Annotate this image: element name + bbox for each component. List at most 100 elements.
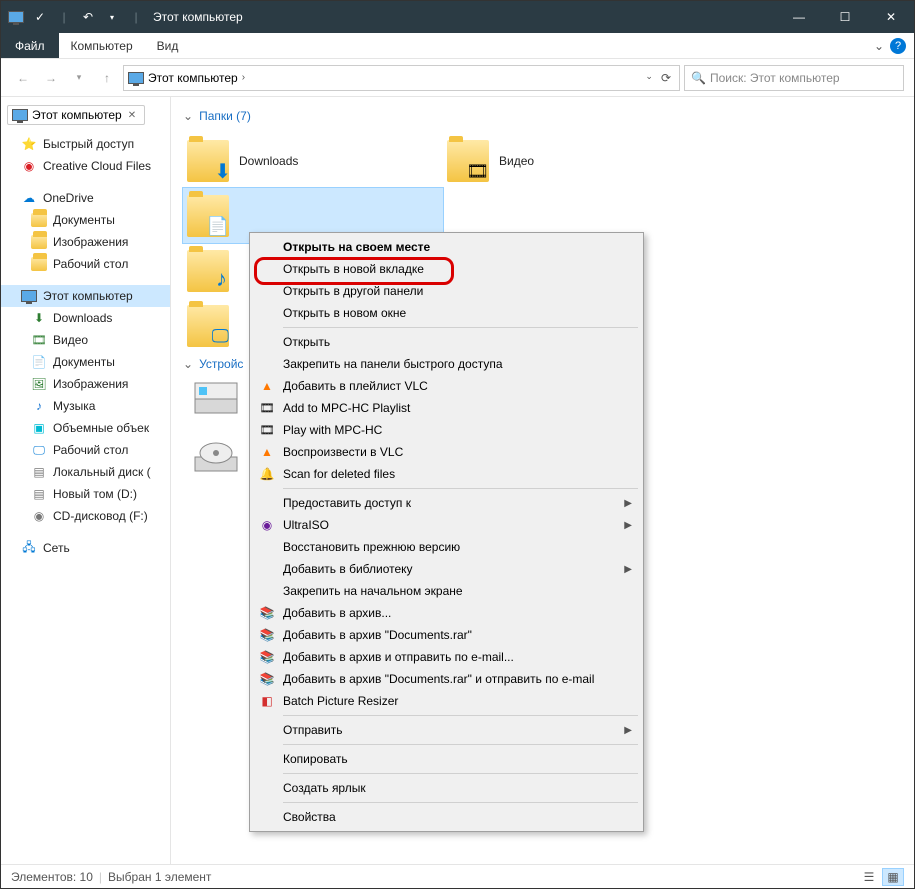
status-bar: Элементов: 10 | Выбран 1 элемент ☰ ▦ [1, 864, 914, 888]
tree-quick-access[interactable]: ⭐Быстрый доступ [1, 133, 170, 155]
cm-add-vlc-playlist[interactable]: ▲Добавить в плейлист VLC [253, 375, 640, 397]
tree-onedrive-documents[interactable]: Документы [1, 209, 170, 231]
up-button[interactable]: ↑ [95, 66, 119, 90]
submenu-arrow-icon: ▶ [624, 564, 632, 575]
tree-creative-cloud[interactable]: ◉Creative Cloud Files [1, 155, 170, 177]
cm-add-archive[interactable]: 📚Добавить в архив... [253, 602, 640, 624]
tab-close-icon[interactable]: ✕ [126, 110, 138, 121]
tree-local-disk[interactable]: ▤Локальный диск ( [1, 461, 170, 483]
folder-icon: ♪ [187, 250, 229, 292]
folder-video[interactable]: 🎞 Видео [443, 133, 703, 188]
menu-view[interactable]: Вид [145, 33, 191, 58]
cm-ultraiso[interactable]: ◉UltraISO▶ [253, 514, 640, 536]
cm-add-archive-docs-email[interactable]: 📚Добавить в архив "Documents.rar" и отпр… [253, 668, 640, 690]
tree-onedrive[interactable]: ☁OneDrive [1, 187, 170, 209]
mpc-icon: 🎞 [259, 422, 275, 438]
address-bar[interactable]: Этот компьютер › ⌄ ⟳ [123, 65, 680, 91]
device-cd-drive[interactable] [193, 439, 245, 483]
folder-icon [31, 234, 47, 250]
folder-downloads[interactable]: ⬇ Downloads [183, 133, 443, 188]
menu-computer[interactable]: Компьютер [59, 33, 145, 58]
tree-desktop[interactable]: 🖵Рабочий стол [1, 439, 170, 461]
cm-add-library[interactable]: Добавить в библиотеку▶ [253, 558, 640, 580]
cm-scan-deleted[interactable]: 🔔Scan for deleted files [253, 463, 640, 485]
cm-grant-access[interactable]: Предоставить доступ к▶ [253, 492, 640, 514]
context-menu: Открыть на своем месте Открыть в новой в… [249, 232, 644, 832]
batch-resizer-icon: ◧ [259, 693, 275, 709]
device-local-disk[interactable] [193, 381, 245, 425]
address-dropdown-icon[interactable]: ⌄ [645, 71, 653, 85]
cm-add-mpc-playlist[interactable]: 🎞Add to MPC-HC Playlist [253, 397, 640, 419]
cm-open-new-tab[interactable]: Открыть в новой вкладке [253, 258, 640, 280]
tree-network[interactable]: 🖧Сеть [1, 537, 170, 559]
network-icon: 🖧 [21, 540, 37, 556]
tree-3d-objects[interactable]: ▣Объемные объек [1, 417, 170, 439]
cm-batch-resizer[interactable]: ◧Batch Picture Resizer [253, 690, 640, 712]
cm-copy[interactable]: Копировать [253, 748, 640, 770]
cm-open[interactable]: Открыть [253, 331, 640, 353]
cm-send-to[interactable]: Отправить▶ [253, 719, 640, 741]
title-bar: ✓ | ↶ ▾ | Этот компьютер — ☐ ✕ [1, 1, 914, 33]
ribbon-expand-icon[interactable]: ⌄ [874, 39, 884, 53]
tree-onedrive-images[interactable]: Изображения [1, 231, 170, 253]
search-placeholder: Поиск: Этот компьютер [710, 71, 840, 85]
search-box[interactable]: 🔍 Поиск: Этот компьютер [684, 65, 904, 91]
tab-label: Этот компьютер [32, 108, 122, 122]
cm-restore-previous[interactable]: Восстановить прежнюю версию [253, 536, 640, 558]
minimize-button[interactable]: — [776, 1, 822, 33]
qat-undo-icon[interactable]: ↶ [79, 8, 97, 26]
cm-properties[interactable]: Свойства [253, 806, 640, 828]
tree-downloads[interactable]: ⬇Downloads [1, 307, 170, 329]
tree-video[interactable]: 🎞Видео [1, 329, 170, 351]
cm-create-shortcut[interactable]: Создать ярлык [253, 777, 640, 799]
onedrive-icon: ☁ [21, 190, 37, 206]
cm-pin-start[interactable]: Закрепить на начальном экране [253, 580, 640, 602]
this-pc-icon [21, 288, 37, 304]
qat-check-icon[interactable]: ✓ [31, 8, 49, 26]
recent-dropdown[interactable]: ▾ [67, 66, 91, 90]
forward-button[interactable]: → [39, 66, 63, 90]
help-icon[interactable]: ? [890, 38, 906, 54]
cm-open-in-place[interactable]: Открыть на своем месте [253, 236, 640, 258]
cm-open-other-panel[interactable]: Открыть в другой панели [253, 280, 640, 302]
menu-file[interactable]: Файл [1, 33, 59, 58]
tree-new-volume[interactable]: ▤Новый том (D:) [1, 483, 170, 505]
qat-separator: | [55, 8, 73, 26]
tree-images[interactable]: 🖼Изображения [1, 373, 170, 395]
scan-icon: 🔔 [259, 466, 275, 482]
tree-cd-drive[interactable]: ◉CD-дисковод (F:) [1, 505, 170, 527]
view-details-button[interactable]: ☰ [858, 868, 880, 886]
tree-onedrive-desktop[interactable]: Рабочий стол [1, 253, 170, 275]
cm-add-archive-docs[interactable]: 📚Добавить в архив "Documents.rar" [253, 624, 640, 646]
cm-pin-quick-access[interactable]: Закрепить на панели быстрого доступа [253, 353, 640, 375]
folder-icon: ⬇ [187, 140, 229, 182]
view-large-icons-button[interactable]: ▦ [882, 868, 904, 886]
desktop-icon: 🖵 [31, 442, 47, 458]
group-folders[interactable]: ⌄ Папки (7) [183, 109, 902, 123]
tab-this-pc[interactable]: Этот компьютер ✕ [7, 105, 145, 125]
tree-documents[interactable]: 📄Документы [1, 351, 170, 373]
downloads-icon: ⬇ [31, 310, 47, 326]
breadcrumb[interactable]: Этот компьютер [148, 71, 238, 85]
back-button[interactable]: ← [11, 66, 35, 90]
tree-this-pc[interactable]: Этот компьютер [1, 285, 170, 307]
breadcrumb-arrow-icon[interactable]: › [242, 72, 245, 83]
maximize-button[interactable]: ☐ [822, 1, 868, 33]
cm-play-mpc[interactable]: 🎞Play with MPC-HC [253, 419, 640, 441]
drive-icon: ▤ [31, 486, 47, 502]
tree-music[interactable]: ♪Музыка [1, 395, 170, 417]
tab-strip: Этот компьютер ✕ [1, 101, 170, 133]
cm-open-new-window[interactable]: Открыть в новом окне [253, 302, 640, 324]
quick-access-toolbar: ✓ | ↶ ▾ | [1, 8, 145, 26]
submenu-arrow-icon: ▶ [624, 520, 632, 531]
cm-play-vlc[interactable]: ▲Воспроизвести в VLC [253, 441, 640, 463]
close-button[interactable]: ✕ [868, 1, 914, 33]
qat-dropdown-icon[interactable]: ▾ [103, 8, 121, 26]
winrar-icon: 📚 [259, 649, 275, 665]
cm-add-archive-email[interactable]: 📚Добавить в архив и отправить по e-mail.… [253, 646, 640, 668]
cm-separator [283, 327, 638, 328]
folder-icon: 🎞 [447, 140, 489, 182]
qat-separator: | [127, 8, 145, 26]
winrar-icon: 📚 [259, 605, 275, 621]
refresh-icon[interactable]: ⟳ [661, 71, 671, 85]
